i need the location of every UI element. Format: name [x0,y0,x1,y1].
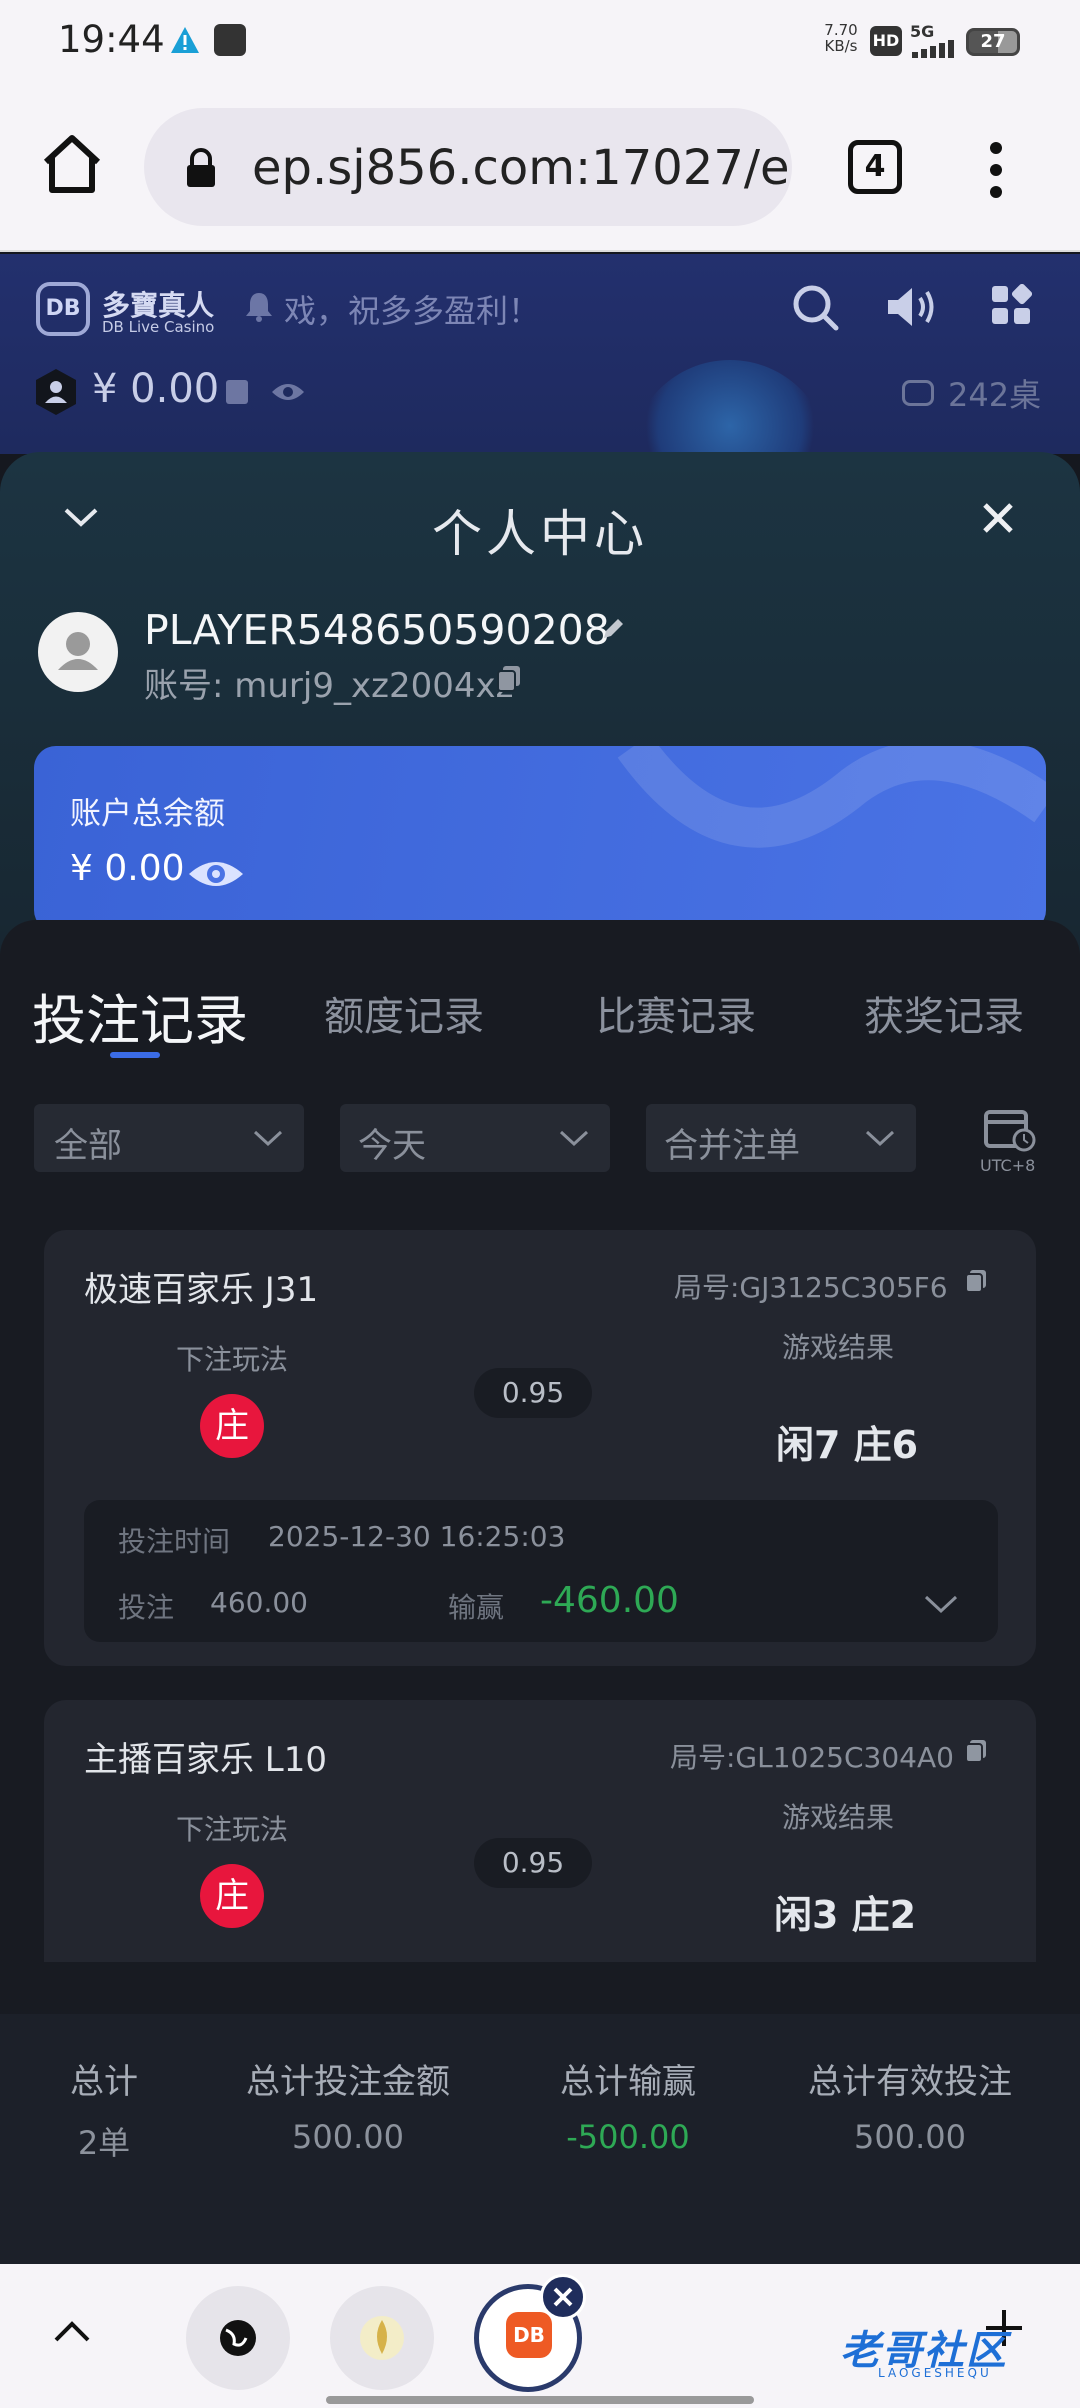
player-name: PLAYER548650590208 [144,606,610,654]
bet-time-label: 投注时间 [118,1525,231,1558]
summary-total-value: 2单 [77,2124,131,2162]
summary-valid-value: 500.00 [854,2118,966,2156]
home-icon[interactable] [40,132,104,196]
bet-game-name: 主播百家乐 L10 [84,1740,328,1780]
bet-amount: 460.00 [210,1586,308,1619]
signal-icon [912,40,954,58]
summary-winloss-value: -500.00 [566,2118,690,2156]
hd-icon: HD [870,26,902,56]
calendar-clock-icon[interactable] [984,1106,1036,1152]
timezone-label: UTC+8 [980,1156,1036,1175]
sound-icon[interactable] [884,284,938,330]
chevron-up-icon[interactable] [52,2318,92,2346]
apps-grid-icon[interactable] [990,284,1032,326]
status-time: 19:44 [58,18,165,61]
summary-total-label: 总计 [70,2062,138,2102]
home-indicator [326,2396,754,2404]
lock-icon[interactable] [184,148,218,188]
bet-amount-label: 投注 [118,1591,175,1624]
total-balance-label: 账户总余额 [70,796,225,832]
card-wave-decoration [617,746,1046,848]
tab-match-records[interactable]: 比赛记录 [596,984,756,1042]
bet-result-label: 游戏结果 [782,1801,895,1834]
summary-bet-value: 500.00 [292,2118,404,2156]
collapse-chevron-icon[interactable] [60,502,102,532]
notification-app-icon [214,24,246,56]
summary-valid-label: 总计有效投注 [808,2062,1012,2102]
filter-date-value: 今天 [358,1126,426,1166]
watermark-subtitle: LAOGESHEQU [878,2366,992,2380]
db-app-icon: DB [506,2312,552,2358]
banker-badge: 庄 [200,1394,264,1458]
close-tab-button[interactable] [540,2274,586,2320]
document-icon[interactable] [226,380,248,404]
chevron-down-icon [253,1130,283,1147]
summary-winloss-label: 总计输赢 [560,2062,696,2102]
eye-icon[interactable] [186,854,246,894]
chevron-down-icon [559,1130,589,1147]
casino-logo-subtitle: DB Live Casino [102,318,215,336]
active-tab-indicator [110,1052,160,1058]
person-icon [58,632,98,670]
network-type: 5G [910,22,935,41]
filter-type-value: 全部 [54,1126,122,1166]
announcement-marquee: 戏，祝多多盈利！ [284,292,541,330]
bet-round-id: 局号:GL1025C304A0 [670,1741,954,1774]
table-count: 242桌 [948,376,1042,414]
edit-icon[interactable] [600,616,626,642]
search-icon[interactable] [790,282,840,332]
bet-play-label: 下注玩法 [176,1343,289,1376]
close-icon [553,2287,573,2307]
more-menu-icon[interactable] [984,140,1008,200]
copy-icon[interactable] [964,1738,988,1764]
bet-time: 2025-12-30 16:25:03 [268,1520,566,1553]
network-speed: 7.70 KB/s [824,21,858,55]
warning-icon [171,27,199,53]
banker-badge: 庄 [200,1864,264,1928]
lotus-logo-icon [360,2316,404,2360]
total-balance-value: ¥ 0.00 [70,848,185,889]
bet-odds: 0.95 [474,1838,592,1888]
tab-switcher-button[interactable]: 4 [848,140,902,194]
url-text[interactable]: ep.sj856.com:17027/eg [252,140,788,196]
summary-bet-label: 总计投注金额 [246,2062,450,2102]
tab-bet-records[interactable]: 投注记录 [32,976,248,1055]
bet-round-id: 局号:GJ3125C305F6 [674,1271,948,1304]
tab-thumbnail-site[interactable] [330,2286,434,2390]
bet-odds: 0.95 [474,1368,592,1418]
header-balance: ¥ 0.00 [92,366,220,412]
bet-result-label: 游戏结果 [782,1331,895,1364]
chevron-down-icon [865,1130,895,1147]
eye-icon[interactable] [270,380,306,404]
globe-icon [220,2320,256,2356]
panel-title: 个人中心 [432,505,648,563]
bet-play-label: 下注玩法 [176,1813,289,1846]
tab-prize-records[interactable]: 获奖记录 [864,984,1024,1042]
table-count-icon [902,380,934,406]
account-id: 账号: murj9_xz2004xz [144,666,514,706]
battery-icon: 27 [966,28,1020,56]
bet-winloss: -460.00 [540,1580,679,1621]
bet-winloss-label: 输赢 [448,1591,505,1624]
chevron-down-icon[interactable] [922,1592,960,1616]
casino-logo-icon: DB [36,282,90,336]
balance-card [34,746,1046,932]
copy-icon[interactable] [496,664,522,692]
close-icon[interactable] [980,500,1016,536]
tab-thumbnail-globe[interactable] [186,2286,290,2390]
bet-game-name: 极速百家乐 J31 [84,1270,319,1310]
bet-game-result: 闲3 庄2 [774,1893,917,1937]
tab-credit-records[interactable]: 额度记录 [324,984,484,1042]
avatar[interactable] [38,612,118,692]
user-badge-icon[interactable] [34,368,78,416]
bell-icon [246,293,272,322]
copy-icon[interactable] [964,1268,988,1294]
bet-game-result: 闲7 庄6 [776,1423,919,1467]
filter-merge-value: 合并注单 [664,1126,800,1166]
